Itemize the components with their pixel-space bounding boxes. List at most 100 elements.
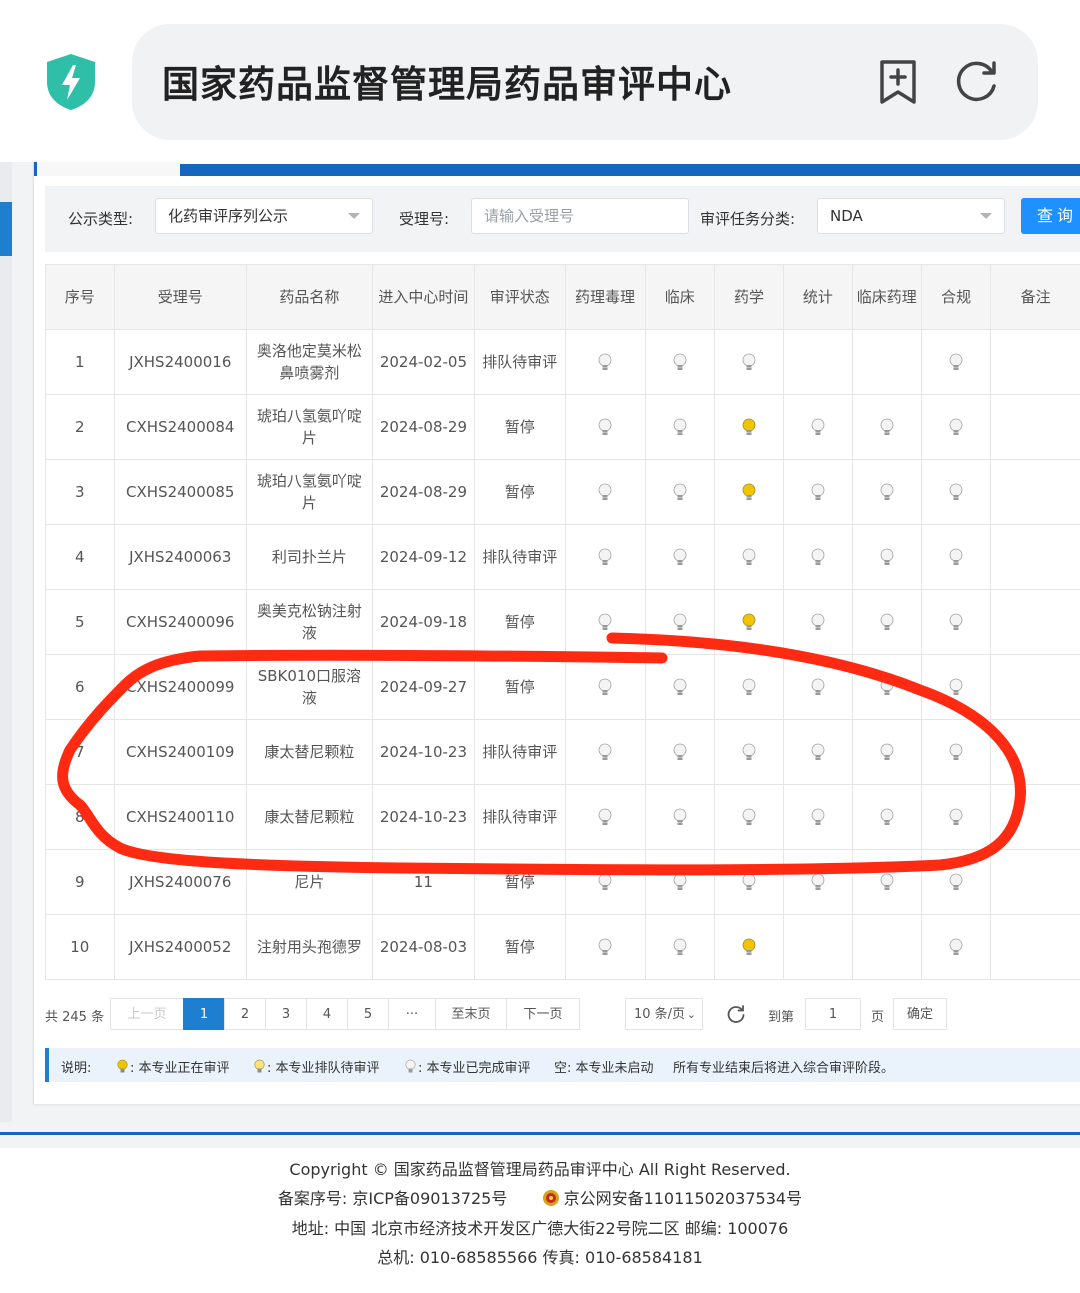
bulb-grey-icon — [598, 743, 612, 760]
next-page-button[interactable]: 下一页 — [506, 998, 580, 1030]
bookmark-add-icon[interactable] — [876, 58, 920, 106]
task-select[interactable]: NDA — [817, 198, 1005, 234]
footer-divider — [0, 1132, 1080, 1135]
footer: Copyright © 国家药品监督管理局药品审评中心 All Right Re… — [0, 1148, 1080, 1293]
bulb-yellow-icon — [742, 938, 756, 955]
discipline-status-cell — [644, 459, 715, 525]
bulb-grey-icon — [949, 873, 963, 890]
remark-cell — [990, 784, 1080, 850]
row-number: 1 — [45, 329, 115, 395]
confirm-button[interactable]: 确定 — [893, 998, 947, 1030]
discipline-status-cell — [644, 719, 715, 785]
page-button-4[interactable]: 4 — [306, 998, 348, 1030]
table-row[interactable]: 10 JXHS2400052 注射用头孢德罗 2024-08-03 暂停 — [45, 914, 1080, 980]
pagination: 共 245 条 上一页 1 2 3 4 5 ··· 至末页 下一页 10 条/页… — [45, 998, 1080, 1032]
discipline-status-cell — [713, 654, 785, 720]
last-page-button[interactable]: 至末页 — [435, 998, 507, 1030]
table-row[interactable]: 9 JXHS2400076 尼片 11 暂停 — [45, 849, 1080, 915]
discipline-status-cell — [920, 589, 992, 655]
page-button-5[interactable]: 5 — [347, 998, 389, 1030]
entry-date: 2024-09-18 — [371, 589, 476, 655]
discipline-status-cell — [851, 784, 922, 850]
police-badge-icon — [542, 1190, 559, 1206]
discipline-status-cell — [713, 914, 785, 980]
footer-copyright: Copyright © 国家药品监督管理局药品审评中心 All Right Re… — [289, 1160, 791, 1179]
tab-active[interactable] — [34, 162, 183, 176]
drug-name: 康太替尼颗粒 — [245, 719, 373, 785]
bulb-grey-icon — [598, 418, 612, 435]
accept-number: CXHS2400096 — [113, 589, 247, 655]
accept-number: CXHS2400084 — [113, 394, 247, 460]
tab-bar-line — [180, 164, 1080, 176]
table-row[interactable]: 5 CXHS2400096 奥美克松钠注射液 2024-09-18 暂停 — [45, 589, 1080, 655]
table-row[interactable]: 3 CXHS2400085 琥珀八氢氨吖啶片 2024-08-29 暂停 — [45, 459, 1080, 525]
discipline-status-cell — [920, 394, 992, 460]
page-size-select[interactable]: 10 条/页 ⌄ — [625, 998, 703, 1030]
refresh-icon[interactable] — [726, 1004, 746, 1024]
footer-police[interactable]: 京公网安备11011502037534号 — [564, 1189, 803, 1208]
entry-date: 2024-08-29 — [371, 394, 476, 460]
discipline-status-cell — [920, 914, 992, 980]
column-header: 临床 — [644, 264, 715, 330]
bulb-grey-icon — [949, 808, 963, 825]
discipline-status-cell — [851, 524, 922, 590]
accept-number: JXHS2400076 — [113, 849, 247, 915]
bulb-grey-icon — [742, 808, 756, 825]
discipline-status-cell — [851, 719, 922, 785]
discipline-status-cell — [920, 459, 992, 525]
bulb-grey-icon — [598, 808, 612, 825]
bulb-grey-icon — [880, 613, 894, 630]
remark-cell — [990, 849, 1080, 915]
table-row[interactable]: 7 CXHS2400109 康太替尼颗粒 2024-10-23 排队待审评 — [45, 719, 1080, 785]
bulb-grey-icon — [811, 483, 825, 500]
page-button-1[interactable]: 1 — [183, 998, 225, 1030]
bulb-grey-icon — [949, 548, 963, 565]
refresh-icon[interactable] — [954, 58, 1000, 104]
bulb-yellow-outline-icon — [254, 1059, 265, 1073]
accept-number-input[interactable]: 请输入受理号 — [471, 198, 689, 234]
discipline-status-cell — [644, 589, 715, 655]
goto-page-input[interactable]: 1 — [805, 998, 861, 1030]
bulb-grey-icon — [742, 678, 756, 695]
discipline-status-cell — [713, 849, 785, 915]
page-ellipsis[interactable]: ··· — [388, 998, 436, 1030]
bulb-grey-icon — [405, 1059, 416, 1073]
discipline-status-cell — [783, 329, 853, 395]
bulb-grey-icon — [949, 483, 963, 500]
row-number: 2 — [45, 394, 115, 460]
legend-queued: : 本专业排队待审评 — [254, 1057, 380, 1076]
type-select[interactable]: 化药审评序列公示 — [155, 198, 373, 234]
footer-icp[interactable]: 备案序号: 京ICP备09013725号 — [278, 1189, 507, 1208]
table-row[interactable]: 2 CXHS2400084 琥珀八氢氨吖啶片 2024-08-29 暂停 — [45, 394, 1080, 460]
bulb-grey-icon — [880, 418, 894, 435]
discipline-status-cell — [920, 784, 992, 850]
column-header: 临床药理 — [851, 264, 922, 330]
discipline-status-cell — [783, 849, 853, 915]
table-row[interactable]: 8 CXHS2400110 康太替尼颗粒 2024-10-23 排队待审评 — [45, 784, 1080, 850]
review-status: 暂停 — [474, 459, 566, 525]
table-row[interactable]: 4 JXHS2400063 利司扑兰片 2024-09-12 排队待审评 — [45, 524, 1080, 590]
page-content: 公示类型: 化药审评序列公示 受理号: 请输入受理号 审评任务分类: NDA 查… — [0, 162, 1080, 1293]
query-button[interactable]: 查询 — [1021, 198, 1080, 234]
drug-name: 琥珀八氢氨吖啶片 — [245, 459, 373, 525]
bulb-grey-icon — [742, 353, 756, 370]
page-button-3[interactable]: 3 — [265, 998, 307, 1030]
drug-name: 康太替尼颗粒 — [245, 784, 373, 850]
bulb-grey-icon — [811, 808, 825, 825]
discipline-status-cell — [920, 524, 992, 590]
page-size-value: 10 条/页 — [634, 1007, 686, 1022]
discipline-status-cell — [644, 914, 715, 980]
bulb-grey-icon — [880, 548, 894, 565]
table-row[interactable]: 6 CXHS2400099 SBK010口服溶液 2024-09-27 暂停 — [45, 654, 1080, 720]
goto-label: 到第 — [768, 1010, 795, 1025]
shield-lightning-icon[interactable] — [44, 52, 98, 112]
page-button-2[interactable]: 2 — [224, 998, 266, 1030]
prev-page-button[interactable]: 上一页 — [110, 998, 184, 1030]
remark-cell — [990, 524, 1080, 590]
bulb-grey-icon — [811, 418, 825, 435]
bulb-grey-icon — [949, 613, 963, 630]
drug-name: SBK010口服溶液 — [245, 654, 373, 720]
bulb-grey-icon — [673, 808, 687, 825]
table-row[interactable]: 1 JXHS2400016 奥洛他定莫米松鼻喷雾剂 2024-02-05 排队待审评 — [45, 329, 1080, 395]
address-bar[interactable]: 国家药品监督管理局药品审评中心 — [132, 24, 1038, 140]
